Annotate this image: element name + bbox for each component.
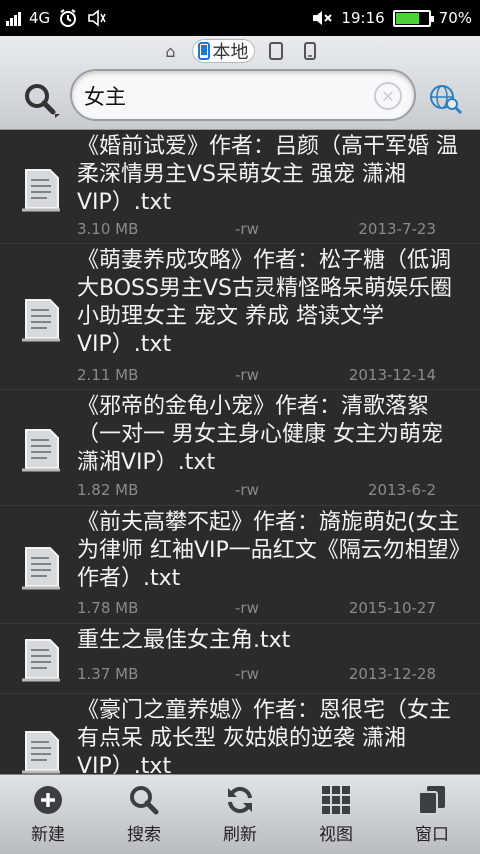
text-file-icon	[22, 731, 60, 774]
file-permissions: -rw	[235, 481, 259, 499]
list-item[interactable]: 《婚前试爱》作者：吕颜（高干军婚 温柔深情男主VS呆萌女主 强宠 潇湘VIP）.…	[0, 130, 480, 244]
search-button-label: 搜索	[127, 825, 161, 845]
tab-local-label: 本地	[212, 42, 249, 63]
search-input[interactable]	[84, 79, 364, 113]
tab-local[interactable]: 本地	[191, 39, 255, 63]
device-icon	[303, 42, 316, 60]
file-date: 2013-12-14	[348, 366, 436, 384]
view-button-label: 视图	[319, 825, 353, 845]
file-size: 1.37 MB	[77, 665, 139, 683]
new-button-label: 新建	[31, 825, 65, 845]
plus-circle-icon	[34, 786, 62, 814]
mute-icon	[313, 11, 333, 25]
tab-home[interactable]: ⌂	[158, 39, 184, 63]
web-search-button[interactable]	[426, 79, 466, 119]
home-icon: ⌂	[165, 41, 176, 61]
file-size: 1.78 MB	[77, 599, 139, 617]
file-date: 2013-7-23	[358, 220, 436, 238]
file-title: 《婚前试爱》作者：吕颜（高干军婚 温柔深情男主VS呆萌女主 强宠 潇湘VIP）.…	[77, 134, 458, 215]
windows-button-label: 窗口	[415, 825, 449, 845]
file-meta: 1.78 MB -rw 2015-10-27	[77, 599, 436, 619]
file-permissions: -rw	[235, 220, 259, 238]
search-mode-button[interactable]	[18, 79, 66, 121]
file-meta: 1.82 MB -rw 2013-6-2	[77, 481, 436, 501]
text-file-icon	[22, 547, 60, 590]
phone-icon	[197, 42, 210, 60]
new-button[interactable]: 新建	[0, 775, 96, 854]
file-date: 2013-12-28	[348, 665, 436, 683]
bottom-toolbar: 新建 搜索 刷新 视图 窗口	[0, 774, 480, 854]
refresh-button[interactable]: 刷新	[192, 775, 288, 854]
file-title: 《豪门之童养媳》作者：恩很宅（女主有点呆 成长型 灰姑娘的逆袭 潇湘VIP）.t…	[77, 698, 452, 774]
file-meta: 3.10 MB -rw 2013-7-23	[77, 220, 436, 240]
view-button[interactable]: 视图	[288, 775, 384, 854]
list-item[interactable]: 《萌妻养成攻略》作者：松子糖（低调大BOSS男主VS古灵精怪略呆萌娱乐圈小助理女…	[0, 244, 480, 390]
signal-icon	[6, 10, 21, 26]
clear-search-button[interactable]: ✕	[374, 82, 402, 110]
windows-button[interactable]: 窗口	[384, 775, 480, 854]
list-item[interactable]: 《豪门之童养媳》作者：恩很宅（女主有点呆 成长型 灰姑娘的逆袭 潇湘VIP）.t…	[0, 694, 480, 774]
file-title: 重生之最佳女主角.txt	[77, 628, 291, 653]
file-size: 3.10 MB	[77, 220, 139, 238]
search-button[interactable]: 搜索	[96, 775, 192, 854]
file-permissions: -rw	[235, 599, 259, 617]
status-bar: 4G 19:16 70%	[0, 0, 480, 36]
tab-tablet[interactable]	[263, 39, 289, 63]
tab-device[interactable]	[297, 39, 323, 63]
search-icon	[25, 84, 60, 118]
windows-icon	[418, 786, 445, 815]
file-date: 2013-6-2	[367, 481, 436, 499]
text-file-icon	[22, 429, 60, 472]
battery-percent: 70%	[438, 9, 472, 27]
search-field[interactable]: ✕	[70, 69, 416, 121]
file-meta: 1.37 MB -rw 2013-12-28	[77, 665, 436, 685]
text-file-icon	[22, 639, 60, 682]
network-type: 4G	[29, 9, 51, 27]
file-title: 《前夫高攀不起》作者：旖旎萌妃(女主为律师 红袖VIP一品红文《隔云勿相望》作者…	[77, 510, 460, 591]
globe-search-icon	[430, 85, 463, 114]
list-item[interactable]: 《前夫高攀不起》作者：旖旎萌妃(女主为律师 红袖VIP一品红文《隔云勿相望》作者…	[0, 506, 480, 624]
file-title: 《邪帝的金龟小宠》作者：清歌落絮（一对一 男女主身心健康 女主为萌宠 潇湘VIP…	[77, 394, 443, 475]
file-size: 1.82 MB	[77, 481, 139, 499]
alarm-icon	[60, 9, 77, 27]
tablet-icon	[268, 42, 283, 60]
list-item[interactable]: 重生之最佳女主角.txt 1.37 MB -rw 2013-12-28	[0, 624, 480, 694]
battery-level	[395, 12, 420, 24]
vibrate-icon	[88, 9, 106, 27]
battery-icon	[392, 9, 434, 27]
file-date: 2015-10-27	[348, 599, 436, 617]
grid-icon	[322, 786, 350, 814]
header: ⌂ 本地 ✕	[0, 36, 480, 130]
file-title: 《萌妻养成攻略》作者：松子糖（低调大BOSS男主VS古灵精怪略呆萌娱乐圈小助理女…	[77, 248, 452, 357]
search-icon	[130, 786, 159, 815]
file-list[interactable]: 《婚前试爱》作者：吕颜（高干军婚 温柔深情男主VS呆萌女主 强宠 潇湘VIP）.…	[0, 130, 480, 774]
list-item[interactable]: 《邪帝的金龟小宠》作者：清歌落絮（一对一 男女主身心健康 女主为萌宠 潇湘VIP…	[0, 390, 480, 506]
text-file-icon	[22, 299, 60, 342]
clock: 19:16	[341, 9, 385, 27]
file-permissions: -rw	[235, 366, 259, 384]
file-permissions: -rw	[235, 665, 259, 683]
file-size: 2.11 MB	[77, 366, 139, 384]
location-tabs: ⌂ 本地	[0, 38, 480, 64]
text-file-icon	[22, 169, 60, 212]
refresh-icon	[228, 786, 252, 814]
file-meta: 2.11 MB -rw 2013-12-14	[77, 366, 436, 386]
refresh-button-label: 刷新	[223, 825, 257, 845]
close-icon: ✕	[381, 86, 395, 106]
